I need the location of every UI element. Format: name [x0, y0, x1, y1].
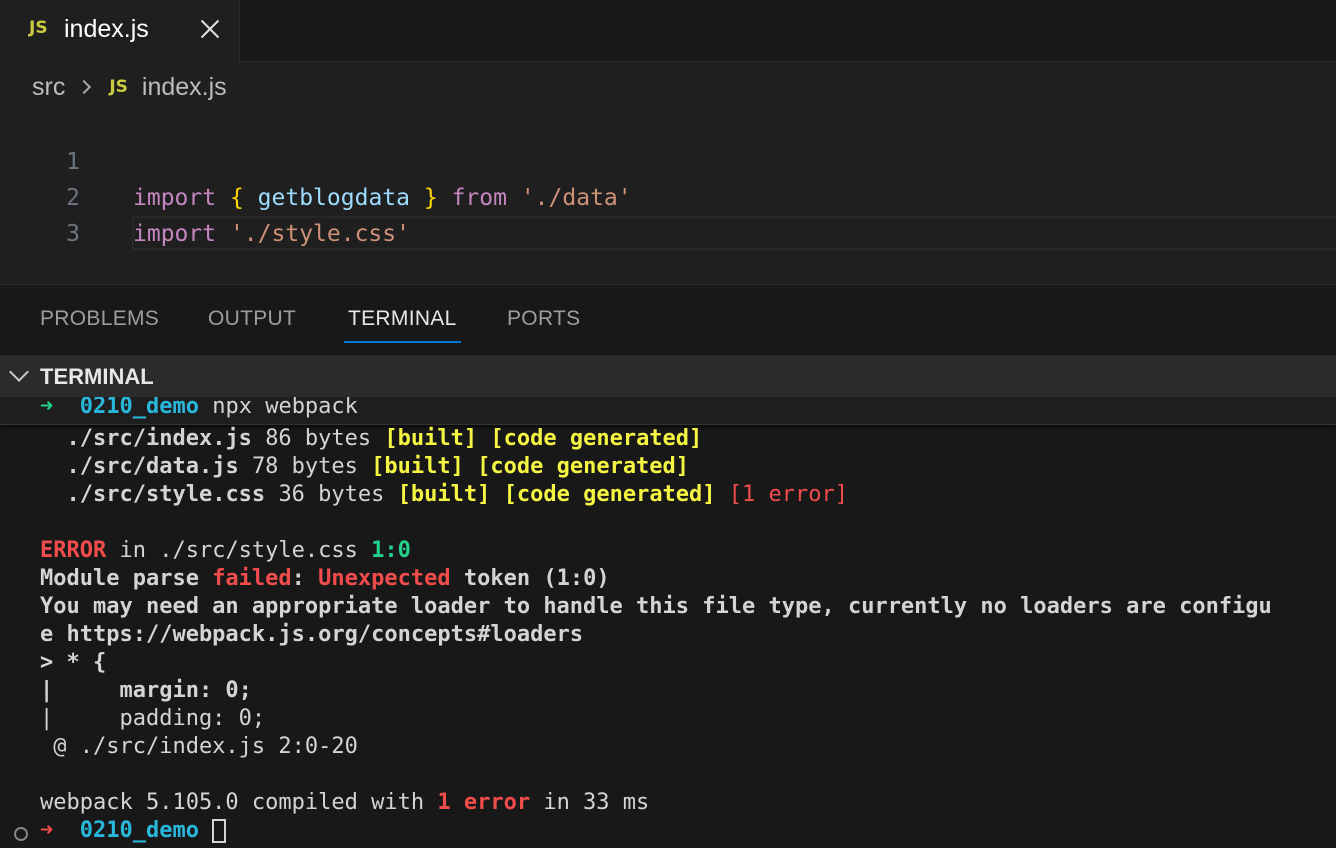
panel-tabs: PROBLEMS OUTPUT TERMINAL PORTS	[0, 285, 1336, 355]
terminal-line: | margin: 0;	[40, 678, 252, 703]
current-line-highlight	[132, 216, 1336, 250]
breadcrumb-folder[interactable]: src	[32, 73, 65, 102]
breadcrumb-file[interactable]: index.js	[142, 73, 227, 102]
tab-terminal[interactable]: TERMINAL	[344, 307, 461, 343]
terminal-line: ./src/data.js 78 bytes [built] [code gen…	[66, 454, 690, 479]
chevron-right-icon	[77, 79, 92, 95]
terminal-prompt[interactable]: ➜ 0210_demo	[40, 817, 227, 845]
terminal-line: e https://webpack.js.org/concepts#loader…	[40, 622, 584, 647]
command-status-circle-icon	[14, 827, 28, 841]
breadcrumb: src JS index.js	[32, 70, 227, 104]
terminal-section-title: TERMINAL	[40, 364, 154, 389]
terminal-output[interactable]: ➜ 0210_demo npx webpack ./src/index.js 8…	[0, 397, 1336, 848]
prompt-directory: 0210_demo	[79, 818, 199, 843]
terminal-line: Module parse failed: Unexpected token (1…	[40, 566, 610, 591]
javascript-file-icon: JS	[29, 18, 48, 38]
code-line-active[interactable]: 4 console.log(getblogdata());	[0, 216, 1336, 358]
close-icon[interactable]	[198, 17, 222, 41]
terminal-line: ERROR in ./src/style.css 1:0	[40, 538, 411, 563]
terminal-line: ./src/style.css 36 bytes [built] [code g…	[66, 482, 849, 507]
tab-index-js[interactable]: JS index.js	[0, 0, 240, 62]
editor-tab-bar: JS index.js	[0, 0, 1336, 62]
terminal-command: npx webpack	[212, 397, 358, 419]
terminal-line: > * {	[40, 650, 107, 675]
prompt-arrow-icon: ➜	[40, 397, 54, 419]
tab-label: index.js	[64, 15, 149, 43]
tab-output[interactable]: OUTPUT	[208, 307, 296, 331]
terminal-line: You may need an appropriate loader to ha…	[40, 594, 1272, 619]
terminal-section-header[interactable]: TERMINAL	[0, 355, 1336, 397]
terminal-cursor	[212, 819, 227, 843]
tab-problems[interactable]: PROBLEMS	[40, 307, 159, 331]
bottom-panel: PROBLEMS OUTPUT TERMINAL PORTS TERMINAL …	[0, 284, 1336, 848]
chevron-down-icon[interactable]	[9, 362, 29, 382]
prompt-directory: 0210_demo	[79, 397, 199, 419]
code-line[interactable]: 2 import './style.css'	[0, 144, 1336, 247]
terminal-line: webpack 5.105.0 compiled with 1 error in…	[40, 790, 650, 815]
terminal-line: ./src/index.js 86 bytes [built] [code ge…	[66, 426, 703, 451]
code-line[interactable]: 1 import { getblogdata } from './data'	[0, 108, 1336, 211]
terminal-line: | padding: 0;	[40, 706, 266, 731]
code-editor[interactable]: 1 import { getblogdata } from './data' 2…	[0, 108, 1336, 358]
code-line[interactable]: 3	[0, 180, 1336, 247]
sticky-command-line[interactable]: ➜ 0210_demo npx webpack	[0, 397, 1336, 425]
javascript-file-icon: JS	[109, 77, 128, 97]
terminal-line: @ ./src/index.js 2:0-20	[40, 734, 358, 759]
tab-ports[interactable]: PORTS	[507, 307, 580, 331]
prompt-arrow-icon: ➜	[40, 818, 54, 843]
